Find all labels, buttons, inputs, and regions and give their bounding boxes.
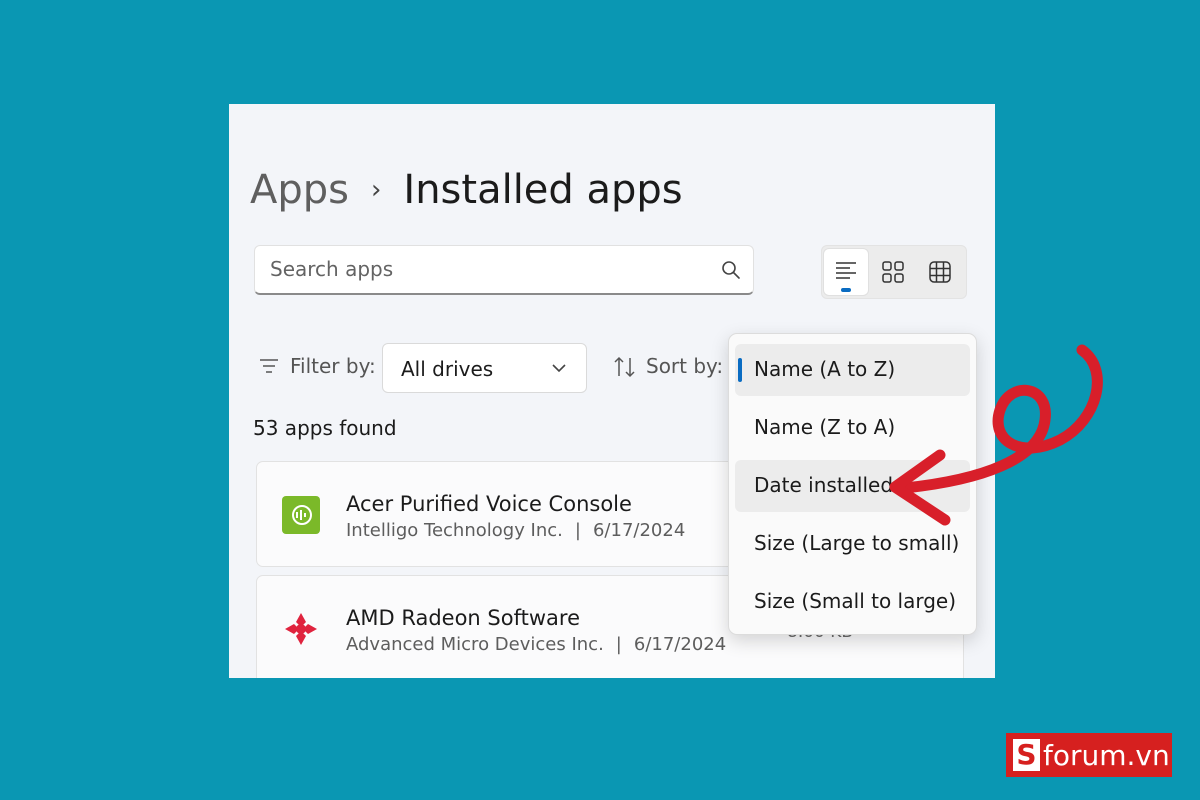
sforum-logo-text: forum.vn <box>1043 738 1170 772</box>
annotation-arrow-icon <box>889 344 1103 526</box>
sforum-logo: S forum.vn <box>1006 733 1172 777</box>
sforum-logo-mark: S <box>1013 739 1040 771</box>
